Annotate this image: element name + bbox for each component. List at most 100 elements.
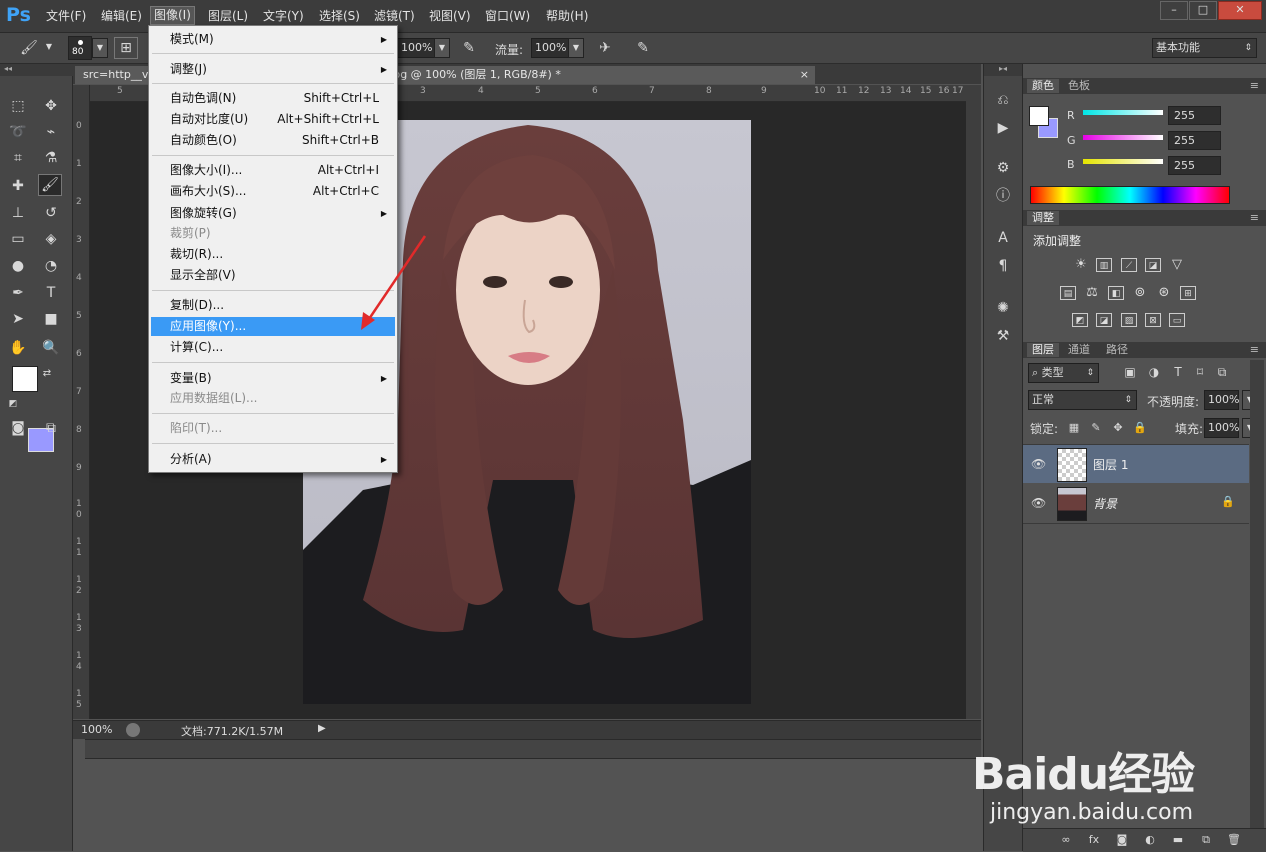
menu-item-image-rotation[interactable]: 图像旋转(G) ▶ — [151, 204, 395, 223]
minimize-button[interactable]: – — [1160, 1, 1188, 20]
add-mask-icon[interactable]: ◙ — [1111, 830, 1133, 850]
filter-adjustment-icon[interactable]: ◑ — [1143, 362, 1165, 382]
lasso-tool-icon[interactable]: ➰ — [7, 122, 29, 142]
color-lookup-icon[interactable]: ⊞ — [1180, 286, 1196, 300]
opacity-input[interactable]: 100% — [397, 38, 436, 58]
menu-window[interactable]: 窗口(W) — [482, 8, 533, 25]
healing-brush-icon[interactable]: ✚ — [7, 176, 29, 196]
character-panel-icon[interactable]: A — [992, 228, 1014, 248]
flow-dropdown[interactable]: ▼ — [568, 38, 584, 58]
properties-panel-icon[interactable]: ⚙ — [992, 158, 1014, 178]
menu-item-analysis[interactable]: 分析(A) ▶ — [151, 450, 395, 469]
menu-item-auto-color[interactable]: 自动颜色(O) Shift+Ctrl+B — [151, 131, 395, 150]
menu-item-auto-contrast[interactable]: 自动对比度(U) Alt+Shift+Ctrl+L — [151, 110, 395, 129]
swap-colors-icon[interactable]: ⇄ — [40, 364, 54, 384]
triangle-right-icon[interactable]: ▶ — [318, 723, 326, 734]
workspace-switcher[interactable]: 基本功能 ⇕ — [1152, 38, 1257, 58]
layer-filter-select[interactable]: ⌕ 类型 ⇕ — [1028, 363, 1099, 383]
collapse-icon[interactable]: ▸◂ — [984, 64, 1022, 76]
opacity-dropdown[interactable]: ▼ — [434, 38, 450, 58]
channel-mixer-icon[interactable]: ⊛ — [1156, 286, 1172, 300]
lock-position-icon[interactable]: ✥ — [1107, 418, 1129, 438]
eyedropper-icon[interactable]: ⚗ — [40, 148, 62, 168]
channel-b-value[interactable]: 255 — [1168, 156, 1221, 175]
menu-item-adjust[interactable]: 调整(J) ▶ — [151, 60, 395, 79]
tool-presets-icon[interactable]: ⚒ — [992, 326, 1014, 346]
quick-select-icon[interactable]: ⌁ — [40, 122, 62, 142]
filter-pixel-icon[interactable]: ▣ — [1119, 362, 1141, 382]
hue-saturation-icon[interactable]: ▤ — [1060, 286, 1076, 300]
brush-size-dropdown[interactable]: ▼ — [92, 38, 108, 58]
marquee-tool-icon[interactable]: ⬚ — [7, 96, 29, 116]
curves-icon[interactable]: ⟋ — [1121, 258, 1137, 272]
posterize-icon[interactable]: ◪ — [1096, 313, 1112, 327]
link-layers-icon[interactable]: ∞ — [1055, 830, 1077, 850]
screen-mode-icon[interactable]: ⧉ — [40, 418, 62, 438]
doc-info[interactable]: 文档:771.2K/1.57M — [181, 723, 283, 739]
menu-view[interactable]: 视图(V) — [426, 8, 474, 25]
collapse-icon[interactable]: ◂◂ — [0, 64, 76, 76]
channel-b-slider[interactable] — [1083, 159, 1163, 164]
crop-tool-icon[interactable]: ⌗ — [7, 148, 29, 168]
lock-transparency-icon[interactable]: ▦ — [1063, 418, 1085, 438]
lock-all-icon[interactable]: 🔒 — [1129, 418, 1151, 438]
tab-adjustments[interactable]: 调整 — [1027, 211, 1059, 225]
filter-shape-icon[interactable]: ⌑ — [1189, 362, 1211, 382]
menu-select[interactable]: 选择(S) — [316, 8, 363, 25]
vertical-ruler[interactable]: 0 1 2 3 4 5 6 7 8 9 1 0 1 1 1 2 1 3 1 4 … — [73, 85, 90, 719]
menu-item-mode[interactable]: 模式(M) ▶ — [151, 30, 395, 49]
menu-type[interactable]: 文字(Y) — [260, 8, 307, 25]
layer-opacity-input[interactable]: 100% — [1204, 390, 1239, 410]
brush-presets-icon[interactable]: ✺ — [992, 298, 1014, 318]
gradient-map-icon[interactable]: ▭ — [1169, 313, 1185, 327]
threshold-icon[interactable]: ▨ — [1121, 313, 1137, 327]
airbrush-icon[interactable]: ✈ — [594, 38, 616, 58]
menu-file[interactable]: 文件(F) — [43, 8, 89, 25]
paragraph-panel-icon[interactable]: ¶ — [992, 256, 1014, 276]
close-button[interactable]: ✕ — [1218, 1, 1262, 20]
brush-panel-toggle-icon[interactable]: ⊞ — [114, 37, 138, 59]
chevron-down-icon[interactable]: ▼ — [42, 38, 56, 56]
dodge-tool-icon[interactable]: ◔ — [40, 256, 62, 276]
brush-tool-preset-icon[interactable]: 🖌 — [18, 38, 40, 58]
type-tool-icon[interactable]: T — [40, 283, 62, 303]
trash-icon[interactable]: 🗑 — [1223, 830, 1245, 850]
hand-tool-icon[interactable]: ✋ — [7, 338, 29, 358]
invert-icon[interactable]: ◩ — [1072, 313, 1088, 327]
menu-edit[interactable]: 编辑(E) — [98, 8, 145, 25]
panel-menu-icon[interactable]: ≡ — [1245, 79, 1264, 93]
panel-menu-icon[interactable]: ≡ — [1245, 343, 1264, 357]
fill-input[interactable]: 100% — [1204, 418, 1239, 438]
tab-channels[interactable]: 通道 — [1063, 343, 1095, 357]
blend-mode-select[interactable]: 正常 ⇕ — [1028, 390, 1137, 410]
brightness-contrast-icon[interactable]: ☀ — [1073, 258, 1089, 272]
levels-icon[interactable]: ▥ — [1096, 258, 1112, 272]
vibrance-icon[interactable]: ▽ — [1169, 258, 1185, 272]
zoom-tool-icon[interactable]: 🔍 — [40, 338, 62, 358]
channel-r-value[interactable]: 255 — [1168, 106, 1221, 125]
layer-row-background[interactable]: 👁 背景 🔒 — [1023, 484, 1249, 522]
pressure-opacity-icon[interactable]: ✎ — [458, 38, 480, 58]
channel-g-value[interactable]: 255 — [1168, 131, 1221, 150]
history-brush-icon[interactable]: ↺ — [40, 203, 62, 223]
menu-help[interactable]: 帮助(H) — [543, 8, 591, 25]
pen-tool-icon[interactable]: ✒ — [7, 283, 29, 303]
channel-g-slider[interactable] — [1083, 135, 1163, 140]
menu-item-variables[interactable]: 变量(B) ▶ — [151, 369, 395, 388]
foreground-color-swatch[interactable] — [12, 366, 38, 392]
fx-icon[interactable]: fx — [1083, 830, 1105, 850]
visibility-eye-icon[interactable]: 👁 — [1031, 457, 1046, 471]
move-tool-icon[interactable]: ✥ — [40, 96, 62, 116]
new-layer-icon[interactable]: ⧉ — [1195, 830, 1217, 850]
black-white-icon[interactable]: ◧ — [1108, 286, 1124, 300]
new-group-icon[interactable]: ▬ — [1167, 830, 1189, 850]
color-balance-icon[interactable]: ⚖ — [1084, 286, 1100, 300]
vertical-scrollbar[interactable] — [966, 85, 981, 719]
filter-type-icon[interactable]: T — [1167, 362, 1189, 382]
history-panel-icon[interactable]: ⎌ — [992, 90, 1014, 110]
menu-item-calculations[interactable]: 计算(C)... — [151, 338, 395, 357]
blur-tool-icon[interactable]: ● — [7, 256, 29, 276]
info-panel-icon[interactable]: ⓘ — [992, 186, 1014, 206]
stamp-tool-icon[interactable]: ⊥ — [7, 203, 29, 223]
photo-filter-icon[interactable]: ⊚ — [1132, 286, 1148, 300]
